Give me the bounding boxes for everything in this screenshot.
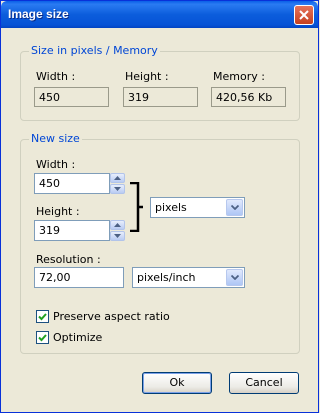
close-icon	[299, 10, 309, 20]
resolution-label: Resolution :	[36, 253, 101, 266]
close-button[interactable]	[294, 5, 314, 25]
new-height-label: Height :	[36, 205, 80, 218]
arrow-down-icon	[114, 187, 121, 191]
height-spin-down[interactable]	[110, 231, 125, 241]
resolution-input[interactable]: 72,00	[34, 267, 124, 288]
height-spin-up[interactable]	[110, 220, 125, 230]
link-bracket-icon	[130, 182, 143, 232]
new-width-label: Width :	[36, 158, 76, 171]
size-memory-group: Size in pixels / Memory	[20, 44, 300, 121]
resolution-unit-value: pixels/inch	[137, 271, 196, 284]
cancel-button[interactable]: Cancel	[229, 372, 299, 394]
new-height-input[interactable]: 319	[34, 220, 110, 241]
memory-label: Memory :	[213, 70, 265, 83]
size-unit-select[interactable]: pixels	[150, 197, 245, 218]
orig-width-field: 450	[34, 87, 109, 107]
new-size-group-title: New size	[29, 132, 82, 145]
orig-height-label: Height :	[125, 70, 169, 83]
checkmark-icon	[38, 334, 47, 342]
preserve-aspect-checkbox[interactable]	[36, 310, 49, 323]
width-spin-down[interactable]	[110, 184, 125, 194]
preserve-aspect-label[interactable]: Preserve aspect ratio	[53, 310, 170, 323]
dialog-title: Image size	[8, 7, 69, 21]
orig-width-label: Width :	[36, 70, 76, 83]
size-unit-value: pixels	[155, 201, 187, 214]
orig-height-field: 319	[123, 87, 198, 107]
new-width-spinner[interactable]	[110, 173, 125, 194]
new-width-input[interactable]: 450	[34, 173, 110, 194]
ok-button[interactable]: Ok	[142, 372, 212, 394]
arrow-up-icon	[114, 223, 121, 227]
width-spin-up[interactable]	[110, 173, 125, 183]
optimize-checkbox[interactable]	[36, 331, 49, 344]
size-unit-dropdown-button[interactable]	[226, 199, 243, 216]
memory-field: 420,56 Kb	[211, 87, 286, 107]
image-size-dialog: Image size Size in pixels / Memory Width…	[0, 0, 319, 413]
resolution-unit-dropdown-button[interactable]	[226, 269, 243, 286]
arrow-up-icon	[114, 176, 121, 180]
optimize-label[interactable]: Optimize	[53, 331, 102, 344]
chevron-down-icon	[230, 205, 239, 210]
arrow-down-icon	[114, 234, 121, 238]
title-bar[interactable]: Image size	[1, 1, 318, 28]
resolution-unit-select[interactable]: pixels/inch	[132, 267, 245, 288]
checkmark-icon	[38, 313, 47, 321]
new-height-spinner[interactable]	[110, 220, 125, 241]
size-memory-group-title: Size in pixels / Memory	[29, 44, 160, 57]
chevron-down-icon	[230, 275, 239, 280]
